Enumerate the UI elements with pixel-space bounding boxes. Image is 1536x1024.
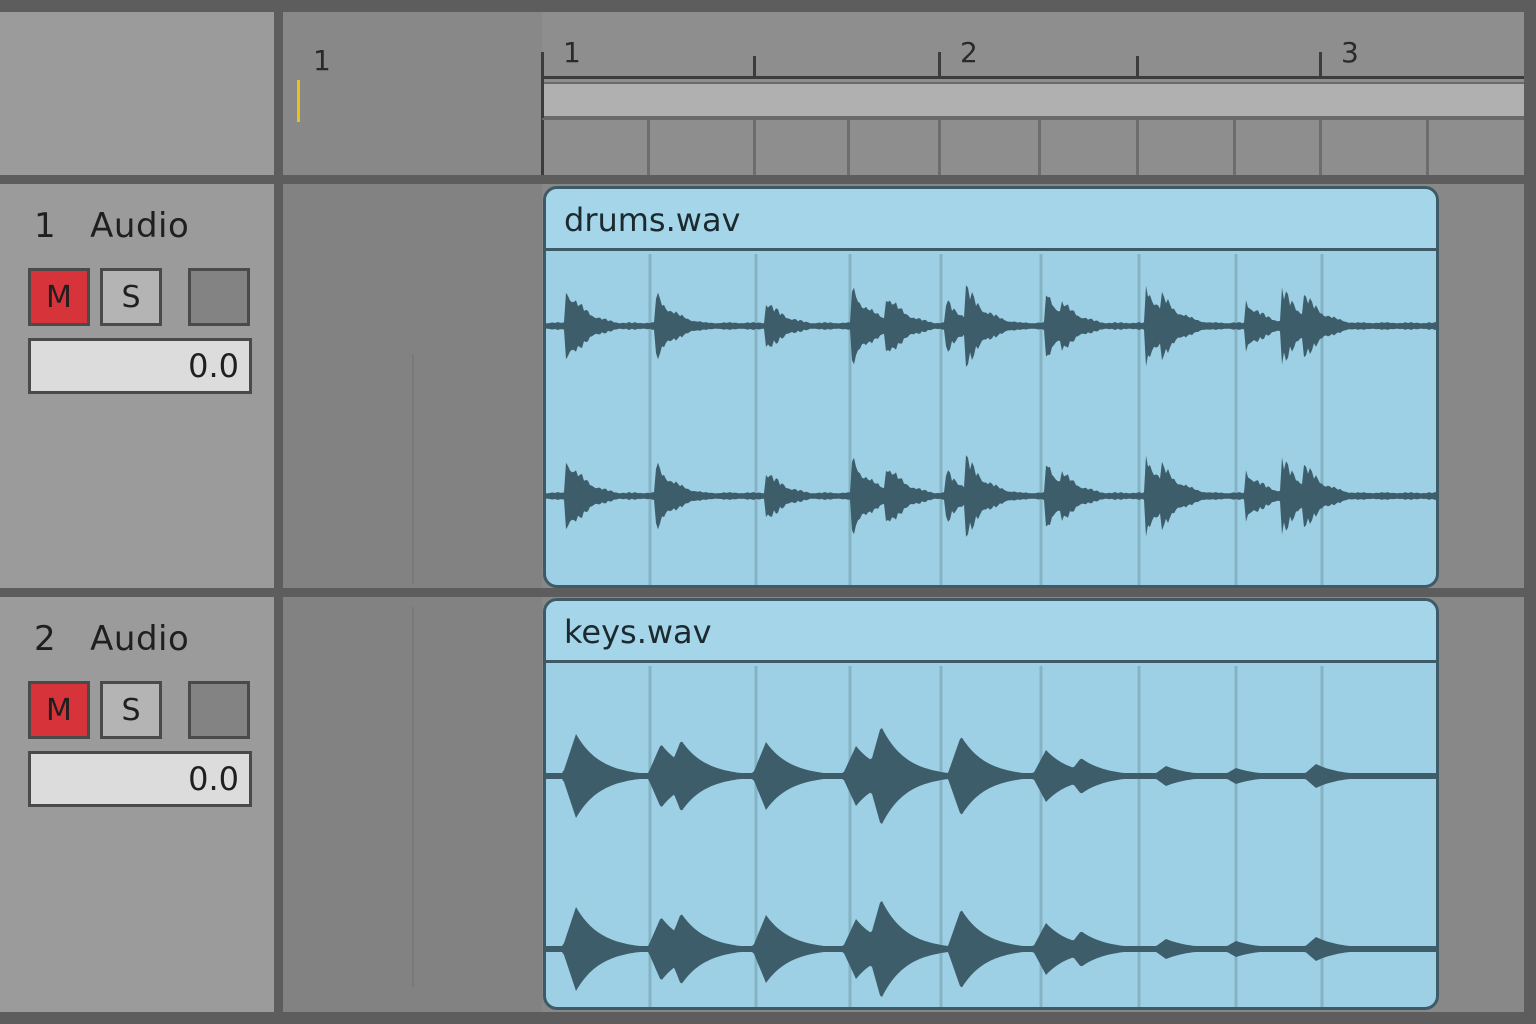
grid-tick [1233,120,1236,175]
grid-tick [1038,120,1041,175]
waveform [546,254,1436,585]
bar-number-2: 2 [960,36,978,69]
track-title[interactable]: 2 Audio [34,619,189,659]
bar-number-1: 1 [563,36,581,69]
grid-tick [1319,120,1322,175]
track-header-1[interactable]: 1 Audio M S 0.0 [0,184,274,588]
grid-tick [647,120,650,175]
ruler-baseline [542,76,1524,79]
cue-marker[interactable] [297,80,300,122]
audio-clip-keys[interactable]: keys.wav [543,598,1439,1010]
clip-name: keys.wav [546,601,1436,663]
arm-button[interactable] [188,268,250,326]
track-header-2[interactable]: 2 Audio M S 0.0 [0,597,274,1012]
track-name: Audio [90,206,190,246]
grid-tick [938,120,941,175]
clip-name: drums.wav [546,189,1436,251]
grid-tick [1426,120,1429,175]
grid-tick [847,120,850,175]
waveform [546,666,1436,1007]
solo-button[interactable]: S [100,681,162,739]
lane-guide-line [412,607,414,987]
pre-roll-area [283,12,542,175]
loop-brace[interactable] [544,82,1524,118]
volume-field[interactable]: 0.0 [28,751,252,807]
lane-guide-line [412,354,414,584]
mute-button[interactable]: M [28,268,90,326]
ruler-divider [542,118,1524,120]
grid-tick [753,120,756,175]
bar-tick [1319,52,1322,78]
beat-tick [753,56,756,78]
grid-tick [1136,120,1139,175]
header-corner [0,12,274,175]
audio-clip-drums[interactable]: drums.wav [543,186,1439,588]
bar-number-3: 3 [1341,36,1359,69]
track-number: 1 [34,206,57,246]
mute-button[interactable]: M [28,681,90,739]
bar-tick [938,52,941,78]
pre-bar-number: 1 [313,44,331,77]
arm-button[interactable] [188,681,250,739]
volume-field[interactable]: 0.0 [28,338,252,394]
track-number: 2 [34,619,57,659]
solo-button[interactable]: S [100,268,162,326]
beat-tick [1136,56,1139,78]
track-name: Audio [90,619,190,659]
track-title[interactable]: 1 Audio [34,206,189,246]
timeline-ruler[interactable]: 1 1 2 3 [283,12,1524,175]
